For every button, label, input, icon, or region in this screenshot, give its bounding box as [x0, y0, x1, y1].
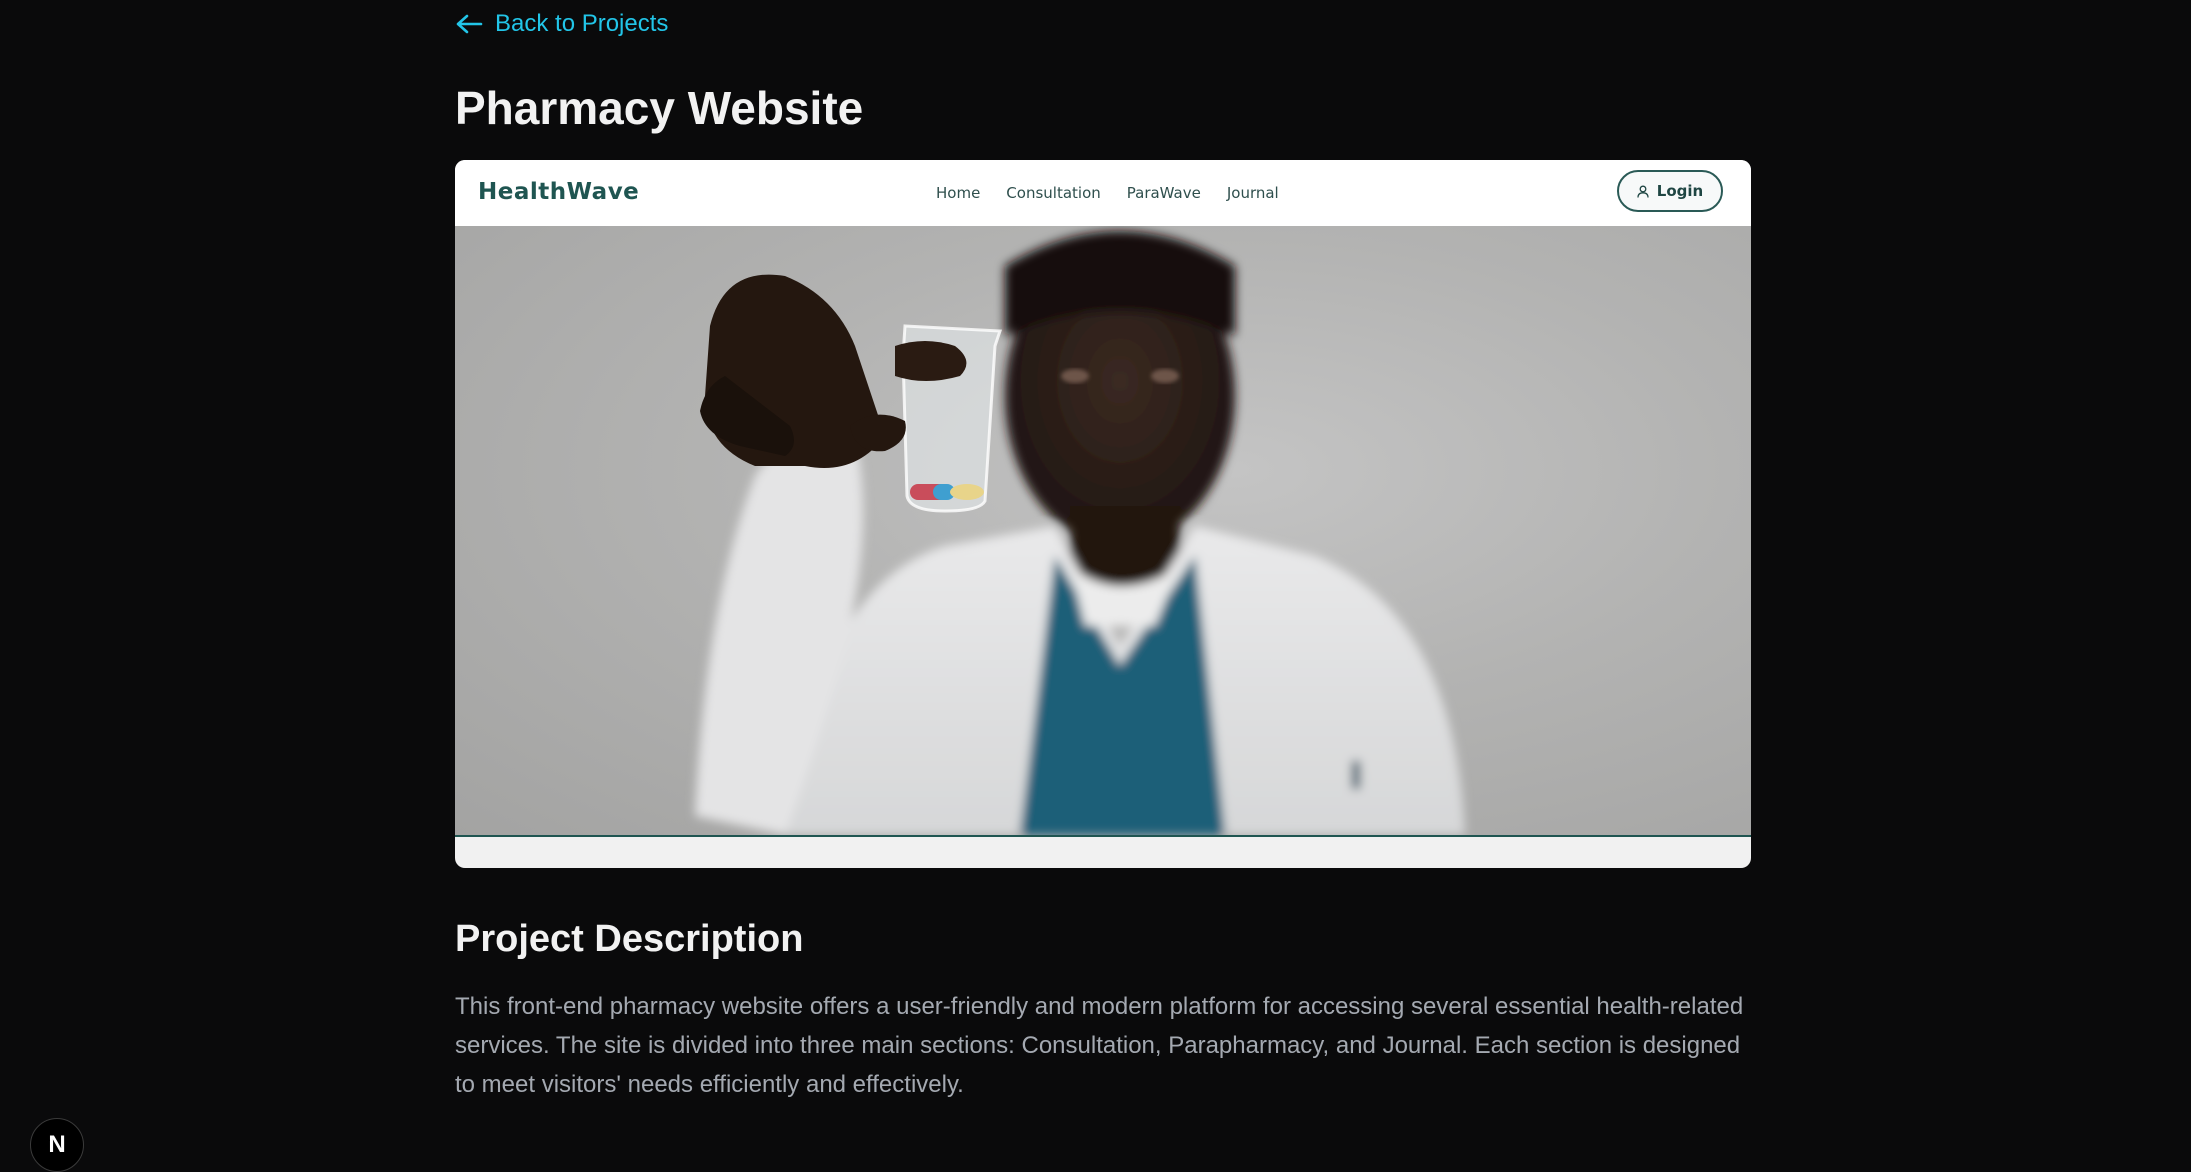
preview-site-navbar: HealthWave Home Consultation ParaWave Jo…: [455, 160, 1751, 226]
preview-login-button: Login: [1617, 170, 1723, 212]
pharmacist-holding-beaker-photo: [695, 231, 1465, 835]
page-title: Pharmacy Website: [455, 82, 864, 134]
preview-menu-consultation: Consultation: [1006, 184, 1101, 202]
user-icon: [1637, 185, 1649, 198]
preview-site-menu: Home Consultation ParaWave Journal: [936, 184, 1279, 202]
preview-login-label: Login: [1656, 182, 1704, 200]
back-link-label: Back to Projects: [495, 10, 669, 37]
back-to-projects-link[interactable]: Back to Projects: [455, 10, 668, 38]
project-description-heading: Project Description: [455, 918, 804, 960]
project-preview-image: HealthWave Home Consultation ParaWave Jo…: [455, 160, 1751, 868]
arrow-left-icon: [456, 14, 483, 34]
preview-menu-home: Home: [936, 184, 981, 202]
next-dev-indicator-button[interactable]: N: [30, 1118, 84, 1172]
preview-site-logo: HealthWave: [478, 179, 640, 205]
project-description-text: This front-end pharmacy website offers a…: [455, 993, 1744, 1098]
hero-photo: [455, 226, 1751, 837]
preview-menu-parawave: ParaWave: [1126, 184, 1201, 202]
preview-menu-journal: Journal: [1226, 184, 1279, 202]
